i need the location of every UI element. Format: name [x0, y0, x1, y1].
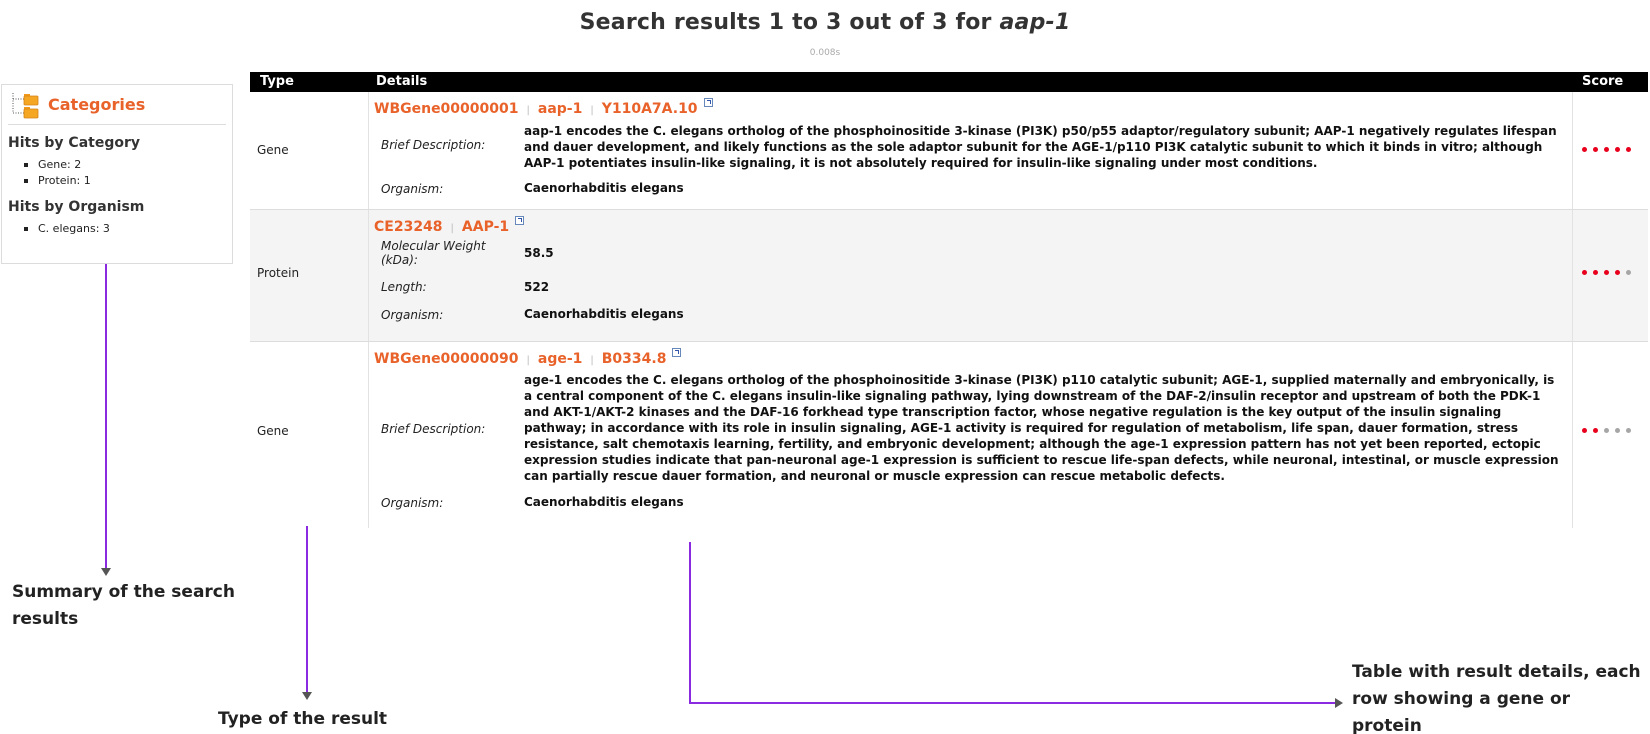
field-value-organism: Caenorhabditis elegans: [524, 181, 684, 195]
score-dot-filled: [1626, 147, 1631, 152]
field-label-organism: Organism:: [381, 308, 444, 322]
category-hit-protein[interactable]: Protein: 1: [24, 173, 232, 189]
gene-name-link[interactable]: aap-1: [538, 101, 582, 117]
results-table-header: Type Details Score: [250, 72, 1648, 92]
annotation-line: [105, 264, 107, 570]
result-type: Gene: [257, 143, 289, 157]
annotation-line: [689, 542, 691, 704]
page-title: Search results 1 to 3 out of 3 for aap-1: [0, 10, 1650, 35]
annotation-arrow-icon: [101, 568, 111, 576]
field-value-organism: Caenorhabditis elegans: [524, 495, 684, 509]
hits-by-category-heading: Hits by Category: [8, 135, 141, 151]
score-dot-empty: [1626, 428, 1631, 433]
field-label-organism: Organism:: [381, 182, 444, 196]
protein-name-link[interactable]: AAP-1: [462, 219, 509, 235]
result-row: Gene WBGene00000090 | age-1 | B0334.8 Brief …: [250, 342, 1648, 528]
link-separator: |: [450, 223, 454, 234]
external-link-icon[interactable]: [703, 98, 713, 107]
score-dot-empty: [1615, 428, 1620, 433]
annotation-summary: Summary of the search results: [12, 582, 235, 629]
score-dots: [1582, 428, 1637, 433]
hits-by-organism-list: C. elegans: 3: [24, 221, 232, 237]
page-title-prefix: Search results 1 to 3 out of 3 for: [579, 10, 992, 35]
result-links: WBGene00000001 | aap-1 | Y110A7A.10: [374, 98, 713, 117]
score-dot-filled: [1593, 147, 1598, 152]
field-value-organism: Caenorhabditis elegans: [524, 307, 684, 321]
external-link-icon[interactable]: [672, 348, 682, 357]
score-dots: [1582, 270, 1637, 275]
gene-name-link[interactable]: age-1: [538, 351, 583, 367]
field-label-molecular-weight: Molecular Weight (kDa):: [381, 239, 486, 267]
field-label-organism: Organism:: [381, 496, 444, 510]
field-label-description: Brief Description:: [381, 138, 486, 152]
score-dot-filled: [1582, 428, 1587, 433]
score-dot-filled: [1593, 270, 1598, 275]
field-value-description: age-1 encodes the C. elegans ortholog of…: [524, 373, 1559, 483]
result-links: CE23248 | AAP-1: [374, 216, 525, 235]
link-separator: |: [526, 355, 530, 366]
annotation-arrow-icon: [302, 692, 312, 700]
score-dot-empty: [1604, 428, 1609, 433]
score-dots: [1582, 147, 1637, 152]
external-link-icon[interactable]: [515, 216, 525, 225]
score-dot-filled: [1615, 147, 1620, 152]
link-separator: |: [590, 105, 594, 116]
field-label-description: Brief Description:: [381, 422, 486, 436]
field-value-description: aap-1 encodes the C. elegans ortholog of…: [524, 124, 1557, 170]
result-links: WBGene00000090 | age-1 | B0334.8: [374, 348, 682, 367]
gene-id-link[interactable]: WBGene00000090: [374, 351, 519, 367]
categories-header[interactable]: Categories: [8, 85, 226, 125]
search-timing: 0.008s: [809, 48, 841, 58]
column-header-score: Score: [1582, 74, 1624, 89]
score-dot-filled: [1593, 428, 1598, 433]
result-row: Gene WBGene00000001 | aap-1 | Y110A7A.10 Bri…: [250, 92, 1648, 210]
search-query: aap-1: [999, 10, 1071, 35]
hits-by-category-list: Gene: 2 Protein: 1: [24, 157, 232, 189]
score-dot-filled: [1615, 270, 1620, 275]
result-type: Protein: [257, 266, 300, 280]
score-dot-filled: [1582, 147, 1587, 152]
link-separator: |: [526, 105, 530, 116]
sequence-name-link[interactable]: B0334.8: [602, 351, 667, 367]
annotation-line: [689, 702, 1337, 704]
annotation-type: Type of the result: [218, 709, 388, 729]
annotation-arrow-icon: [1335, 698, 1343, 708]
score-dot-filled: [1582, 270, 1587, 275]
folder-tree-icon: [12, 93, 39, 119]
sequence-name-link[interactable]: Y110A7A.10: [602, 101, 698, 117]
score-dot-filled: [1604, 270, 1609, 275]
score-dot-empty: [1626, 270, 1631, 275]
field-label-length: Length:: [381, 280, 427, 294]
annotation-table: Table with result details, each row show…: [1352, 662, 1641, 734]
link-separator: |: [590, 355, 594, 366]
annotation-line: [306, 526, 308, 694]
category-hit-gene[interactable]: Gene: 2: [24, 157, 232, 173]
field-value-length: 522: [524, 280, 550, 294]
score-dot-filled: [1604, 147, 1609, 152]
result-row: Protein CE23248 | AAP-1 Molecular Weight (…: [250, 210, 1648, 342]
results-table: Type Details Score Gene WBGene00000001 | a…: [250, 72, 1648, 528]
gene-id-link[interactable]: WBGene00000001: [374, 101, 519, 117]
protein-id-link[interactable]: CE23248: [374, 219, 443, 235]
organism-hit-c-elegans[interactable]: C. elegans: 3: [24, 221, 232, 237]
column-header-details: Details: [376, 74, 428, 89]
result-type: Gene: [257, 424, 289, 438]
categories-title: Categories: [48, 95, 146, 114]
hits-by-organism-heading: Hits by Organism: [8, 199, 145, 215]
field-value-molecular-weight: 58.5: [524, 246, 554, 260]
categories-panel: Categories Hits by Category Gene: 2 Prot…: [1, 84, 233, 264]
column-header-type: Type: [260, 74, 294, 89]
